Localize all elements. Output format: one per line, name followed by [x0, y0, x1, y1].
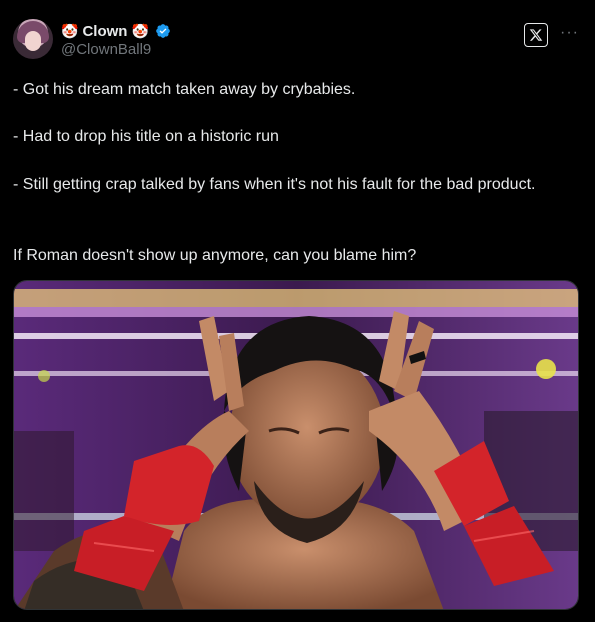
clown-face-icon: 🤡 — [131, 23, 149, 39]
author-handle[interactable]: @ClownBall9 — [61, 41, 151, 58]
tweet-line-1: - Got his dream match taken away by cryb… — [13, 81, 356, 98]
tweet-media-photo[interactable] — [13, 280, 579, 610]
author-display-name: Clown — [82, 22, 128, 40]
more-options-icon[interactable]: ··· — [560, 25, 579, 41]
avatar[interactable] — [13, 19, 53, 59]
tweet-line-2: - Had to drop his title on a historic ru… — [13, 128, 279, 145]
tweet-line-4: If Roman doesn't show up anymore, can yo… — [13, 247, 417, 264]
avatar-face — [25, 31, 41, 51]
author-name-row[interactable]: 🤡 Clown 🤡 — [61, 21, 171, 41]
clown-face-icon: 🤡 — [61, 23, 79, 39]
wrestler-photo — [14, 281, 578, 609]
x-logo-icon[interactable] — [524, 23, 548, 47]
tweet-line-3: - Still getting crap talked by fans when… — [13, 176, 536, 193]
verified-badge-icon — [156, 24, 170, 38]
